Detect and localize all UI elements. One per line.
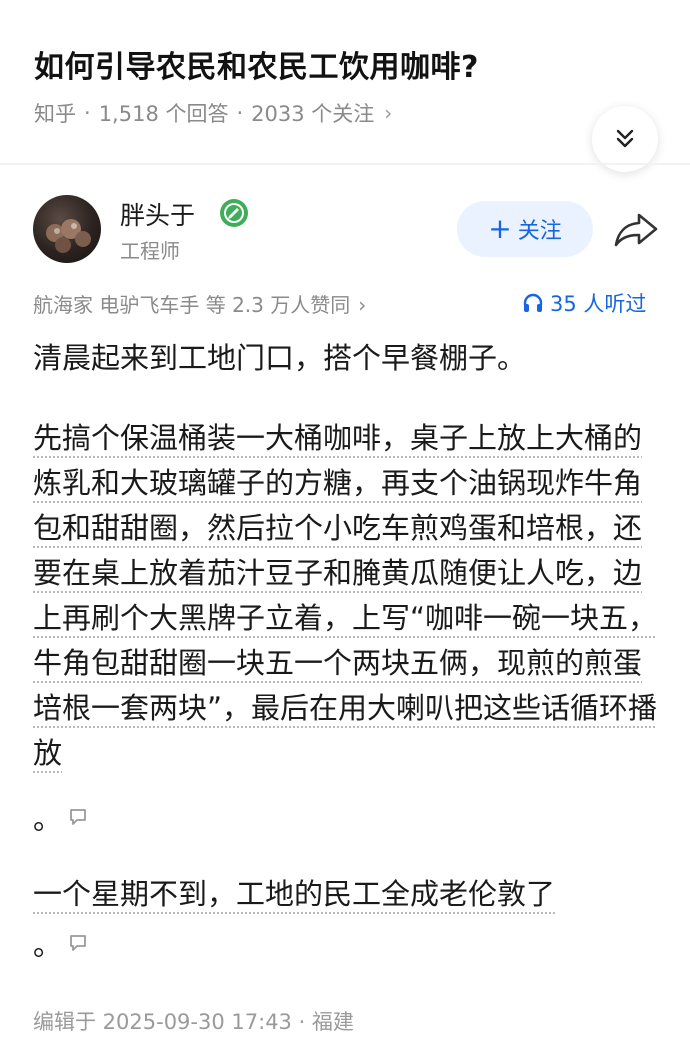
divider (0, 163, 690, 165)
paragraph-tail: 。 (33, 796, 88, 838)
listen-indicator[interactable]: 35 人听过 (522, 288, 646, 318)
answer-paragraph: 清晨起来到工地门口，搭个早餐棚子。 (33, 341, 527, 375)
avatar[interactable] (33, 195, 101, 263)
author-name[interactable]: 胖头于 (120, 196, 195, 232)
comment-bubble-icon[interactable] (68, 807, 88, 827)
answer-count: 1,518 个回答 (98, 102, 229, 126)
upvote-text: 航海家 电驴飞车手 等 2.3 万人赞同 (33, 293, 351, 317)
answer-paragraph: 先搞个保温桶装一大桶咖啡，桌子上放上大桶的炼乳和大玻璃罐子的方糖，再支个油锅现炸… (33, 421, 658, 770)
answer-paragraph: 一个星期不到，工地的民工全成老伦敦了 (33, 877, 556, 911)
headphones-icon (523, 293, 543, 312)
follower-count: 2033 个关注 (251, 102, 375, 126)
edit-info: 编辑于 2025-09-30 17:43 · 福建 (33, 1010, 354, 1034)
paragraph-tail: 。 (33, 922, 88, 964)
listen-count: 35 人听过 (550, 292, 647, 316)
chevron-right-icon: › (358, 293, 367, 317)
upvote-summary[interactable]: 航海家 电驴飞车手 等 2.3 万人赞同 › (33, 289, 366, 318)
plus-icon: + (488, 212, 512, 245)
tail-punctuation: 。 (33, 802, 63, 836)
question-title[interactable]: 如何引导农民和农民工饮用咖啡? (34, 42, 479, 86)
comment-bubble-icon[interactable] (68, 933, 88, 953)
share-arrow-icon[interactable] (612, 209, 660, 249)
source-label: 知乎 (34, 102, 76, 126)
chevron-right-icon: › (384, 101, 393, 125)
tail-punctuation: 。 (33, 928, 63, 962)
separator-dot: · (236, 101, 244, 125)
author-title: 工程师 (120, 239, 180, 263)
separator-dot: · (84, 101, 91, 125)
question-meta[interactable]: 知乎 · 1,518 个回答 · 2033 个关注 › (34, 98, 392, 128)
follow-label: 关注 (517, 219, 562, 244)
follow-button[interactable]: + 关注 (457, 201, 593, 257)
verified-badge-icon (220, 199, 248, 227)
double-chevron-down-icon (616, 129, 634, 148)
